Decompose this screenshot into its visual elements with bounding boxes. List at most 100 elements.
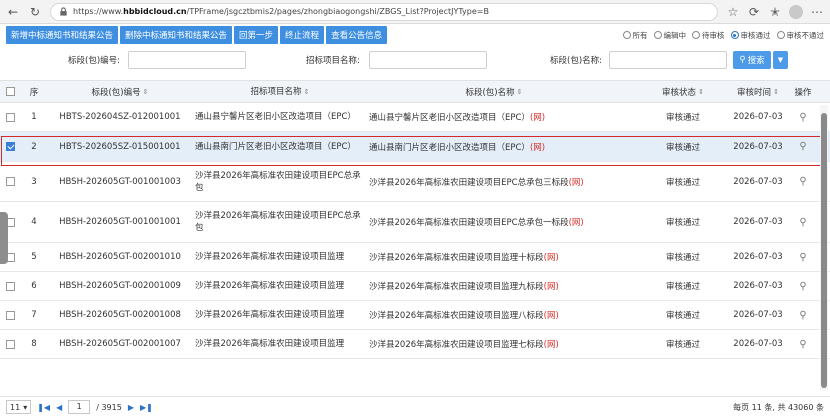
table-row[interactable]: 4 HBSH-202605GT-001001001 沙洋县2026年高标准农田建设项… <box>0 202 830 243</box>
select-all-checkbox[interactable] <box>0 81 20 102</box>
view-detail-button[interactable]: ⚲ <box>790 301 816 329</box>
row-time: 2026-07-03 <box>733 310 783 320</box>
magnifier-icon: ⚲ <box>799 216 807 228</box>
side-drawer-handle[interactable] <box>0 212 8 264</box>
row-seq: 7 <box>31 310 37 320</box>
row-project: 沙洋县2026年高标准农田建设项目EPC总承包 <box>195 170 361 193</box>
table-row[interactable]: 3 HBSH-202605GT-001001003 沙洋县2026年高标准农田建设项… <box>0 162 830 202</box>
radio-all[interactable]: 所有 <box>622 30 648 41</box>
search-dropdown-toggle[interactable]: ▼ <box>773 51 788 69</box>
web-tag: (网) <box>529 113 546 123</box>
delete-notice-button[interactable]: 删除中标通知书和结果公告 <box>120 26 233 44</box>
row-time: 2026-07-03 <box>733 252 783 262</box>
row-section: 沙洋县2026年高标准农田建设项目监理七标段(网) <box>369 340 559 350</box>
extension-icon[interactable]: ⟳ <box>747 5 761 19</box>
radio-approved[interactable]: 审核通过 <box>730 30 771 41</box>
chevron-down-icon: ▾ <box>23 402 28 412</box>
row-seq: 8 <box>31 339 37 349</box>
chevron-down-icon: ▼ <box>777 56 784 64</box>
next-page-icon[interactable]: ▶ <box>128 403 134 412</box>
radio-pending[interactable]: 待审核 <box>692 30 725 41</box>
sort-icon: ⇕ <box>698 87 704 96</box>
view-detail-button[interactable]: ⚲ <box>790 132 816 161</box>
address-bar[interactable]: https://www.hbbidcloud.cn/TPFrame/jsgczt… <box>50 2 718 21</box>
row-checkbox[interactable] <box>0 272 20 300</box>
row-checkbox[interactable] <box>0 301 20 329</box>
table-row[interactable]: 6 HBSH-202605GT-002001009 沙洋县2026年高标准农田建设项… <box>0 272 830 301</box>
view-notice-button[interactable]: 查看公告信息 <box>326 26 388 44</box>
row-checkbox[interactable] <box>0 162 20 201</box>
section-name-input[interactable] <box>609 51 727 69</box>
search-button[interactable]: ⚲ 搜索 <box>733 51 771 69</box>
table-row[interactable]: 8 HBSH-202605GT-002001007 沙洋县2026年高标准农田建设项… <box>0 330 830 359</box>
table-row[interactable]: 7 HBSH-202605GT-002001008 沙洋县2026年高标准农田建设项… <box>0 301 830 330</box>
magnifier-icon: ⚲ <box>799 141 807 152</box>
web-tag: (网) <box>529 142 546 153</box>
row-project: 沙洋县2026年高标准农田建设项目EPC总承包 <box>195 211 361 233</box>
back-to-first-step-button[interactable]: 回第一步 <box>234 26 279 44</box>
header-project[interactable]: 招标项目名称 ⇕ <box>195 81 365 102</box>
radio-editing[interactable]: 编辑中 <box>653 30 686 41</box>
row-section: 沙洋县2026年高标准农田建设项目监理十标段(网) <box>369 253 559 263</box>
browser-toolbar: ← ↻ https://www.hbbidcloud.cn/TPFrame/js… <box>0 0 830 24</box>
header-section[interactable]: 标段(包)名称 ⇕ <box>369 81 619 102</box>
header-status[interactable]: 审核状态 ⇕ <box>640 81 726 102</box>
view-detail-button[interactable]: ⚲ <box>790 243 816 271</box>
view-detail-button[interactable]: ⚲ <box>790 330 816 358</box>
row-checkbox[interactable] <box>0 330 20 358</box>
section-code-input[interactable] <box>128 51 246 69</box>
radio-rejected[interactable]: 审核不通过 <box>776 30 824 41</box>
row-checkbox[interactable] <box>0 103 20 131</box>
project-name-input[interactable] <box>369 51 487 69</box>
row-code: HBTS-202605SZ-015001001 <box>59 141 181 152</box>
header-code[interactable]: 标段(包)编号 ⇕ <box>48 81 192 102</box>
magnifier-icon: ⚲ <box>799 176 807 187</box>
row-status: 审核通过 <box>665 340 700 350</box>
row-status: 审核通过 <box>665 177 700 188</box>
web-tag: (网) <box>543 311 559 321</box>
row-seq: 2 <box>31 141 37 152</box>
status-filter: 所有 编辑中 待审核 审核通过 审核不通过 <box>622 30 824 41</box>
row-code: HBSH-202605GT-002001009 <box>59 281 181 291</box>
star-icon[interactable]: ☆ <box>726 5 740 19</box>
more-icon[interactable]: ⋯ <box>810 5 824 19</box>
row-project: 沙洋县2026年高标准农田建设项目监理 <box>195 310 345 320</box>
page-number-input[interactable]: 1 <box>68 400 91 414</box>
reload-icon[interactable]: ↻ <box>28 5 42 19</box>
table-row[interactable]: 1 HBTS-202604SZ-012001001 通山县宁馨片区老旧小区改造项目（… <box>0 103 830 132</box>
page-size-select[interactable]: 11 ▾ <box>6 400 32 414</box>
prev-page-icon[interactable]: ◀ <box>56 403 62 412</box>
row-time: 2026-07-03 <box>733 339 783 349</box>
web-tag: (网) <box>568 218 584 228</box>
view-detail-button[interactable]: ⚲ <box>790 272 816 300</box>
avatar[interactable] <box>789 4 803 19</box>
row-project: 沙洋县2026年高标准农田建设项目监理 <box>195 339 345 349</box>
header-time[interactable]: 审核时间 ⇕ <box>728 81 788 102</box>
table-body: 1 HBTS-202604SZ-012001001 通山县宁馨片区老旧小区改造项目（… <box>0 103 830 359</box>
view-detail-button[interactable]: ⚲ <box>790 162 816 201</box>
row-code: HBSH-202605GT-002001007 <box>59 339 181 349</box>
last-page-icon[interactable]: ▶❚ <box>140 403 153 412</box>
row-checkbox[interactable] <box>0 132 20 161</box>
favorites-icon[interactable]: ✭ <box>768 5 782 19</box>
view-detail-button[interactable]: ⚲ <box>790 202 816 242</box>
row-code: HBSH-202605GT-001001003 <box>59 176 181 187</box>
row-status: 审核通过 <box>665 113 700 123</box>
back-icon[interactable]: ← <box>6 5 20 19</box>
row-project: 沙洋县2026年高标准农田建设项目监理 <box>195 281 345 291</box>
add-notice-button[interactable]: 新增中标通知书和结果公告 <box>6 26 119 44</box>
table-row[interactable]: 2 HBTS-202605SZ-015001001 通山县南门片区老旧小区改造项目（… <box>0 132 830 162</box>
row-status: 审核通过 <box>665 142 700 153</box>
row-seq: 3 <box>31 176 37 187</box>
scrollbar-thumb[interactable] <box>821 113 827 388</box>
row-status: 审核通过 <box>665 282 700 292</box>
row-code: HBSH-202605GT-002001008 <box>59 310 181 320</box>
terminate-process-button[interactable]: 终止流程 <box>280 26 325 44</box>
table-row[interactable]: 5 HBSH-202605GT-002001010 沙洋县2026年高标准农田建设项… <box>0 243 830 272</box>
row-section: 沙洋县2026年高标准农田建设项目监理八标段(网) <box>369 311 559 321</box>
row-section: 通山县南门片区老旧小区改造项目（EPC）(网) <box>369 142 546 153</box>
first-page-icon[interactable]: ❚◀ <box>37 403 50 412</box>
row-status: 审核通过 <box>665 311 700 321</box>
view-detail-button[interactable]: ⚲ <box>790 103 816 131</box>
row-time: 2026-07-03 <box>733 141 783 152</box>
